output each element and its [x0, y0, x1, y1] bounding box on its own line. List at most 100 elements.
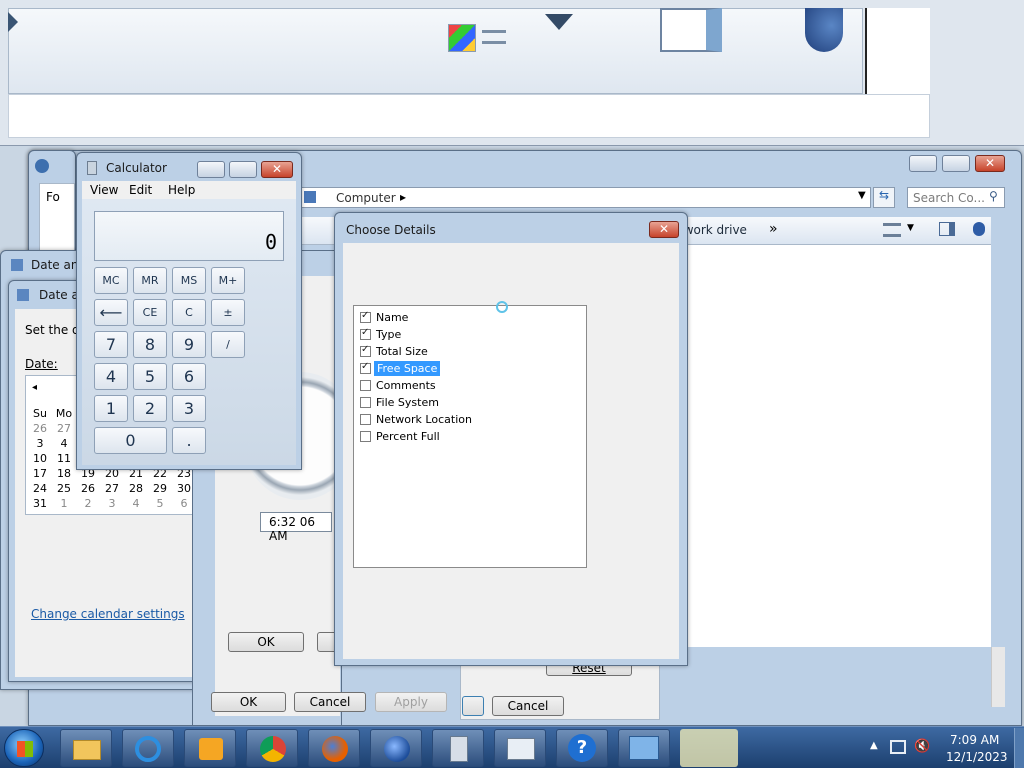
calendar-day[interactable]: 18 — [52, 466, 76, 481]
cancel-button-2[interactable]: Cancel — [294, 692, 366, 712]
show-hidden-icons-icon[interactable]: ▲ — [870, 740, 878, 751]
digit-2-button[interactable]: 2 — [133, 395, 167, 422]
calendar-day[interactable]: 25 — [52, 481, 76, 496]
digit-3-button[interactable]: 3 — [172, 395, 206, 422]
show-desktop-button[interactable] — [1014, 728, 1024, 768]
view-list-icon[interactable] — [448, 24, 476, 52]
calendar-day[interactable]: 4 — [124, 496, 148, 511]
m-plus-button[interactable]: M+ — [211, 267, 245, 294]
search-input[interactable]: Search Co... ⚲ — [907, 187, 1005, 208]
calendar-day[interactable]: 5 — [148, 496, 172, 511]
details-checkbox[interactable] — [360, 414, 371, 425]
digit-9-button[interactable]: 9 — [172, 331, 206, 358]
calendar-day[interactable]: 2 — [76, 496, 100, 511]
clear-button[interactable]: C — [172, 299, 206, 326]
volume-muted-icon[interactable]: 🔇 — [914, 739, 930, 754]
calculator-minimize-button[interactable] — [197, 161, 225, 178]
map-network-drive-button[interactable]: twork drive — [679, 223, 747, 237]
refresh-button[interactable]: ⇆ — [873, 187, 895, 208]
ce-button[interactable]: CE — [133, 299, 167, 326]
taskbar-firefox-icon[interactable] — [308, 729, 360, 767]
ms-button[interactable]: MS — [172, 267, 206, 294]
minimize-button[interactable] — [909, 155, 937, 172]
start-button[interactable] — [4, 729, 44, 767]
taskbar-datetime-icon[interactable] — [494, 729, 546, 767]
calendar-day[interactable]: 28 — [124, 481, 148, 496]
network-icon[interactable] — [890, 740, 906, 754]
help-globe-icon[interactable] — [805, 8, 843, 52]
dropdown-triangle-icon[interactable] — [545, 14, 573, 30]
calendar-day[interactable]: 26 — [76, 481, 100, 496]
details-item[interactable]: Total Size — [354, 344, 584, 360]
calendar-day[interactable]: 24 — [28, 481, 52, 496]
decimal-button[interactable]: . — [172, 427, 206, 454]
menu-edit[interactable]: Edit — [129, 183, 152, 197]
details-item[interactable]: Percent Full — [354, 429, 584, 445]
clock-time[interactable]: 7:09 AM — [950, 733, 999, 747]
taskbar-ie-icon[interactable] — [122, 729, 174, 767]
time-input[interactable]: 6:32 06 AM — [260, 512, 332, 543]
taskbar-control-panel-icon[interactable] — [618, 729, 670, 767]
taskbar-calculator-icon[interactable] — [432, 729, 484, 767]
breadcrumb-computer[interactable]: Computer — [336, 191, 396, 205]
taskbar-thunderbird-icon[interactable] — [370, 729, 422, 767]
play-arrow-icon[interactable] — [8, 12, 18, 32]
details-item-selected[interactable]: Free Space — [354, 361, 584, 377]
maximize-button[interactable] — [942, 155, 970, 172]
breadcrumb-chevron-icon[interactable]: ▸ — [400, 190, 406, 204]
details-item[interactable]: Comments — [354, 378, 584, 394]
divide-button[interactable]: / — [211, 331, 245, 358]
explorer-scrollbar[interactable] — [991, 647, 1005, 707]
details-checkbox[interactable] — [360, 397, 371, 408]
views-dropdown-icon[interactable]: ▼ — [907, 223, 914, 233]
apply-button[interactable]: Apply — [375, 692, 447, 712]
digit-4-button[interactable]: 4 — [94, 363, 128, 390]
details-item[interactable]: Name — [354, 310, 584, 326]
close-button[interactable]: ✕ — [975, 155, 1005, 172]
cancel-button-3[interactable]: Cancel — [492, 696, 564, 716]
time-value[interactable]: 6:32 06 AM — [269, 515, 331, 543]
calendar-day[interactable]: 31 — [28, 496, 52, 511]
calendar-day[interactable]: 10 — [28, 451, 52, 466]
plus-minus-button[interactable]: ± — [211, 299, 245, 326]
calendar-prev-icon[interactable]: ◂ — [32, 382, 37, 393]
calendar-day[interactable]: 26 — [28, 421, 52, 436]
calendar-day[interactable]: 3 — [28, 436, 52, 451]
menu-help[interactable]: Help — [168, 183, 195, 197]
calculator-close-button[interactable]: ✕ — [261, 161, 293, 178]
help-icon[interactable] — [973, 222, 985, 236]
mr-button[interactable]: MR — [133, 267, 167, 294]
calendar-day[interactable]: 27 — [100, 481, 124, 496]
calendar-day[interactable]: 17 — [28, 466, 52, 481]
digit-7-button[interactable]: 7 — [94, 331, 128, 358]
taskbar-explorer-icon[interactable] — [60, 729, 112, 767]
details-checkbox[interactable] — [360, 431, 371, 442]
calculator-maximize-button[interactable] — [229, 161, 257, 178]
address-dropdown-icon[interactable]: ▼ — [858, 190, 866, 201]
backspace-button[interactable]: ⟵ — [94, 299, 128, 326]
ok-button-2[interactable]: OK — [211, 692, 286, 712]
details-checkbox[interactable] — [360, 380, 371, 391]
mc-button[interactable]: MC — [94, 267, 128, 294]
calendar-day[interactable]: 3 — [100, 496, 124, 511]
details-listbox[interactable]: Name Type Total Size Free Space Comments… — [353, 305, 587, 568]
more-commands-button[interactable]: » — [769, 221, 778, 237]
change-calendar-settings-link[interactable]: Change calendar settings — [31, 607, 185, 621]
preview-pane-icon[interactable] — [660, 8, 722, 52]
details-item[interactable]: Network Location — [354, 412, 584, 428]
digit-0-button[interactable]: 0 — [94, 427, 167, 454]
calendar-day[interactable]: 4 — [52, 436, 76, 451]
details-item[interactable]: File System — [354, 395, 584, 411]
address-bar[interactable]: Computer ▸ ▼ — [301, 187, 871, 208]
taskbar-help-icon[interactable]: ? — [556, 729, 608, 767]
ok-button[interactable]: OK — [228, 632, 304, 652]
digit-1-button[interactable]: 1 — [94, 395, 128, 422]
calendar-day[interactable]: 27 — [52, 421, 76, 436]
taskbar-media-icon[interactable] — [184, 729, 236, 767]
calendar-day[interactable]: 11 — [52, 451, 76, 466]
taskbar-active-slot[interactable] — [680, 729, 738, 767]
views-icon[interactable] — [883, 223, 901, 237]
search-icon[interactable]: ⚲ — [989, 189, 998, 203]
calendar-day[interactable]: 29 — [148, 481, 172, 496]
details-checkbox[interactable] — [360, 327, 371, 340]
